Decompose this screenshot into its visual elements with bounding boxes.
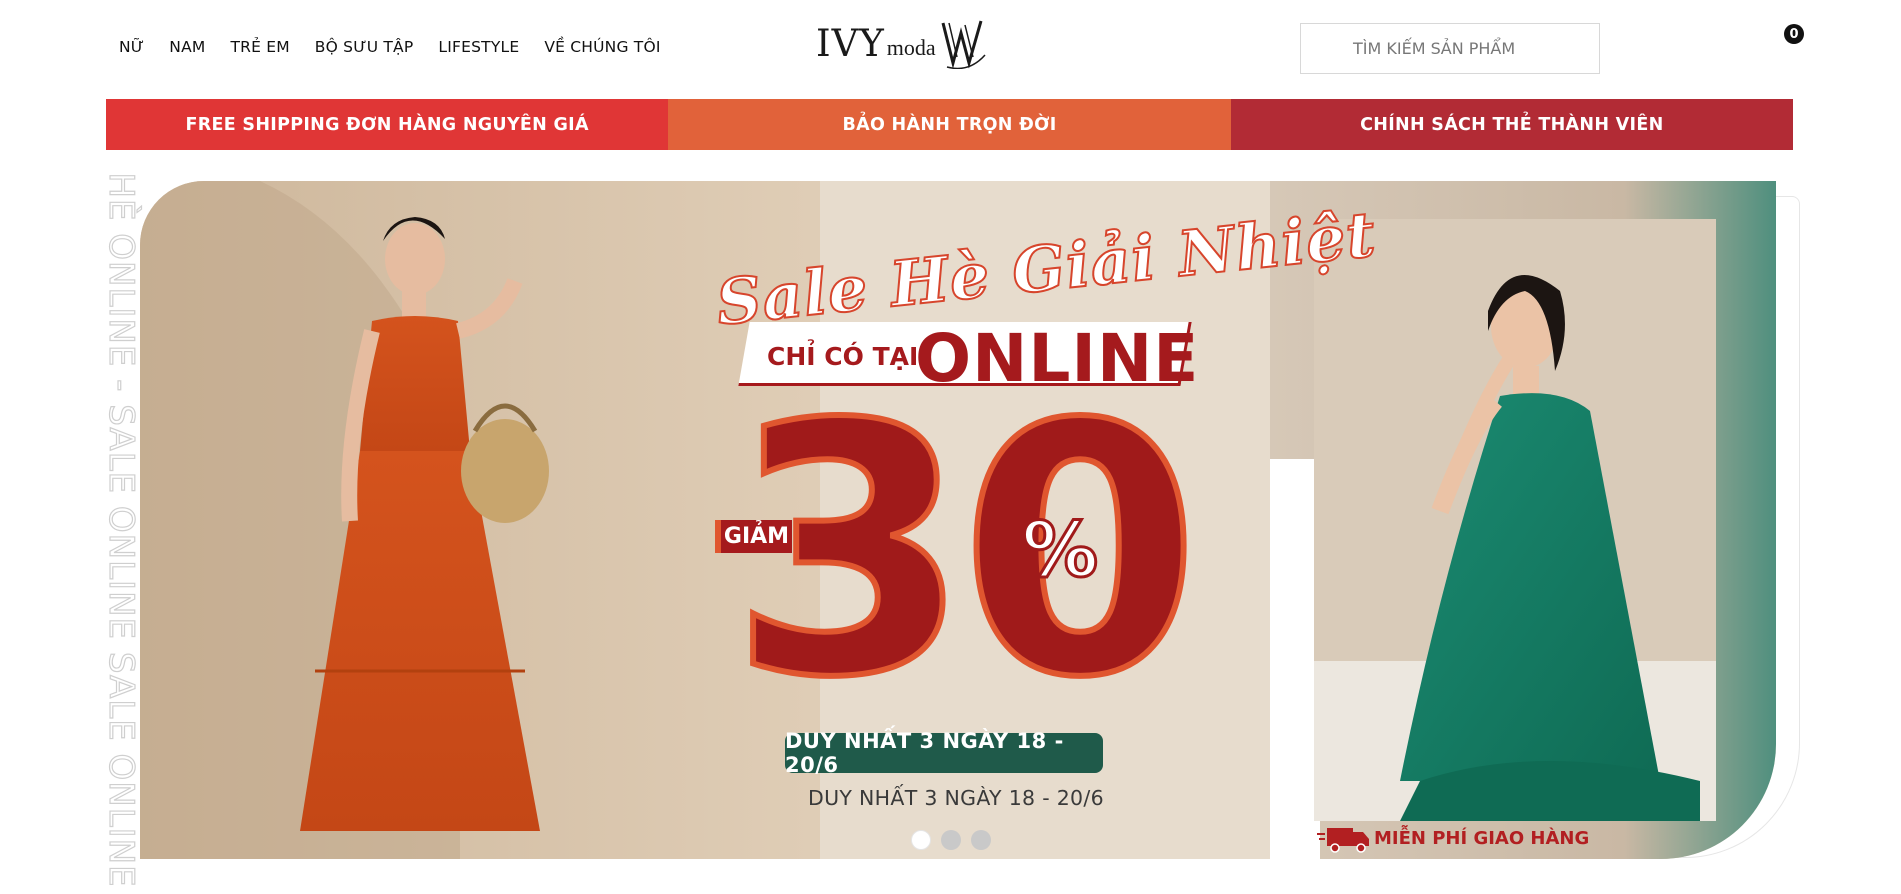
discount-label: GIẢM bbox=[715, 520, 792, 553]
nav-item-collections[interactable]: BỘ SƯU TẬP bbox=[315, 38, 414, 56]
discount-value: 30 bbox=[727, 352, 1203, 753]
cart-count-badge[interactable]: 0 bbox=[1784, 24, 1804, 44]
promo-lifetime-warranty[interactable]: BẢO HÀNH TRỌN ĐỜI bbox=[668, 99, 1231, 150]
banner-side-text: HÈ ONLINE - SALE ONLINE SALE ONLINE bbox=[100, 172, 141, 888]
logo-brand-text: IVY bbox=[816, 21, 885, 65]
slider-dot-2[interactable] bbox=[941, 830, 961, 850]
discount-percent: % bbox=[1020, 504, 1099, 596]
nav-item-kids[interactable]: TRẺ EM bbox=[230, 38, 289, 56]
side-vertical-text: HÈ ONLINE - SALE ONLINE SALE ONLINE bbox=[100, 172, 141, 888]
slider-dots bbox=[911, 830, 991, 850]
free-delivery-text: MIỄN PHÍ GIAO HÀNG bbox=[1374, 828, 1590, 849]
slider-dot-3[interactable] bbox=[971, 830, 991, 850]
nav-item-women[interactable]: NỮ bbox=[119, 38, 144, 56]
slider-dot-1[interactable] bbox=[911, 830, 931, 850]
search-placeholder: TÌM KIẾM SẢN PHẨM bbox=[1353, 39, 1516, 58]
date-subtitle: DUY NHẤT 3 NGÀY 18 - 20/6 bbox=[808, 786, 1104, 810]
site-header: NỮ NAM TRẺ EM BỘ SƯU TẬP LIFESTYLE VỀ CH… bbox=[0, 0, 1901, 96]
promo-free-shipping[interactable]: FREE SHIPPING ĐƠN HÀNG NGUYÊN GIÁ bbox=[106, 99, 669, 150]
nav-item-lifestyle[interactable]: LIFESTYLE bbox=[438, 38, 519, 56]
promo-membership-policy[interactable]: CHÍNH SÁCH THẺ THÀNH VIÊN bbox=[1230, 99, 1793, 150]
logo-suffix-text: moda bbox=[886, 35, 936, 60]
brand-logo[interactable]: IVY moda bbox=[816, 15, 1001, 71]
nav-item-about[interactable]: VỀ CHÚNG TÔI bbox=[544, 38, 660, 56]
main-nav: NỮ NAM TRẺ EM BỘ SƯU TẬP LIFESTYLE VỀ CH… bbox=[119, 38, 686, 56]
date-pill: DUY NHẤT 3 NGÀY 18 - 20/6 bbox=[785, 729, 1103, 777]
free-delivery-badge: MIỄN PHÍ GIAO HÀNG bbox=[1316, 828, 1589, 849]
promo-strip: FREE SHIPPING ĐƠN HÀNG NGUYÊN GIÁ BẢO HÀ… bbox=[106, 99, 1793, 150]
nav-item-men[interactable]: NAM bbox=[169, 38, 205, 56]
logo-mark-icon bbox=[941, 20, 986, 69]
search-input[interactable]: TÌM KIẾM SẢN PHẨM bbox=[1300, 23, 1600, 74]
